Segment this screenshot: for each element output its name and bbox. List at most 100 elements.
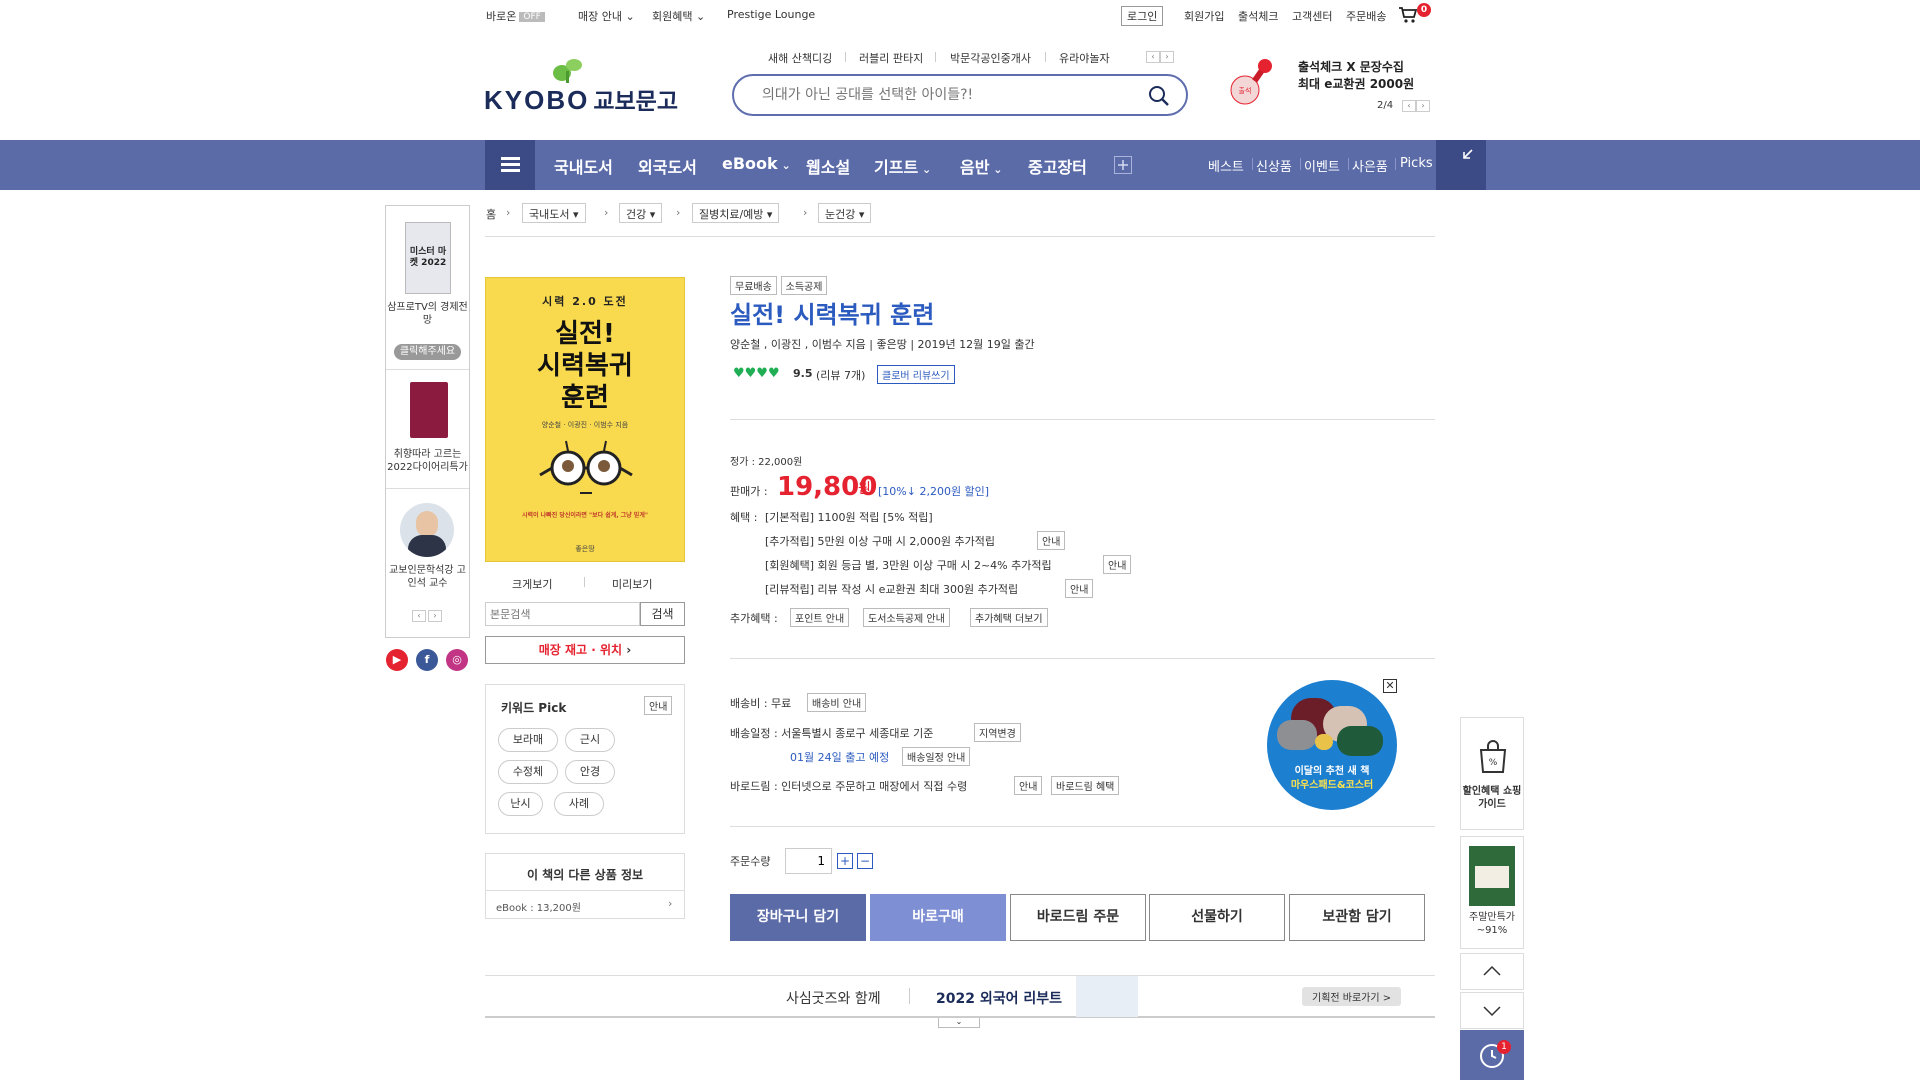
breadcrumb-home[interactable]: 홈 <box>486 206 496 222</box>
sidebar-next-button[interactable]: › <box>428 610 442 622</box>
click-here-button[interactable]: 클릭해주세요 <box>394 344 461 360</box>
search-icon[interactable] <box>1148 85 1170 107</box>
diary-image[interactable] <box>410 382 448 438</box>
breadcrumb-level1[interactable]: 국내도서 ▾ <box>522 203 586 223</box>
instagram-icon[interactable]: ◎ <box>446 649 468 671</box>
keyword-chip[interactable]: 안경 <box>565 760 615 784</box>
write-review-button[interactable]: 클로버 리뷰쓰기 <box>877 365 955 384</box>
scroll-down-button[interactable] <box>1460 992 1524 1029</box>
tax-deduction-info-button[interactable]: 도서소득공제 안내 <box>863 608 950 627</box>
store-stock-button[interactable]: 매장 재고 · 위치 › <box>485 636 685 664</box>
menu-icon[interactable] <box>485 140 535 190</box>
region-change-button[interactable]: 지역변경 <box>974 723 1021 742</box>
gift-button[interactable]: 선물하기 <box>1149 894 1285 941</box>
nav-collapse-icon[interactable] <box>1436 140 1486 190</box>
sidebar-prev-button[interactable]: ‹ <box>412 610 426 622</box>
keyword-chip[interactable]: 근시 <box>565 728 615 752</box>
nav-picks[interactable]: Picks <box>1400 156 1433 171</box>
lecturer-avatar[interactable] <box>400 503 454 557</box>
promo-banner[interactable]: 사심굿즈와 함께 2022 외국어 리부트 기획전 바로가기 > <box>485 975 1435 1018</box>
keyword-next-button[interactable]: › <box>1160 51 1174 63</box>
breadcrumb-level3[interactable]: 질병치료/예방 ▾ <box>692 203 780 223</box>
shopping-guide-widget[interactable]: % 할인혜택 쇼핑가이드 <box>1460 717 1524 830</box>
close-icon[interactable]: ✕ <box>1383 679 1397 693</box>
hot-keyword-3[interactable]: 박문각공인중개사 <box>950 50 1031 66</box>
monthly-book-ad[interactable]: 이달의 추천 새 책 마우스패드&코스터 <box>1267 680 1397 810</box>
nav-music[interactable]: 음반 ⌄ <box>960 154 1003 178</box>
plus-icon[interactable] <box>1114 156 1132 174</box>
barodrim-order-button[interactable]: 바로드림 주문 <box>1010 894 1146 941</box>
nav-best[interactable]: 베스트 <box>1208 156 1244 175</box>
chevron-down-icon[interactable]: ⌄ <box>938 1018 980 1028</box>
shipping-schedule-info-button[interactable]: 배송일정 안내 <box>902 747 971 766</box>
keyword-chip[interactable]: 사례 <box>554 792 604 816</box>
promo-next-button[interactable]: › <box>1416 100 1430 112</box>
store-info-menu[interactable]: 매장 안내 ⌄ <box>578 8 635 24</box>
more-benefits-button[interactable]: 추가혜택 더보기 <box>970 608 1048 627</box>
promo-prev-button[interactable]: ‹ <box>1402 100 1416 112</box>
recent-viewed-button[interactable]: 1 <box>1460 1030 1524 1080</box>
nav-ebook[interactable]: eBook ⌄ <box>722 154 791 173</box>
search-input[interactable] <box>762 85 1142 105</box>
nav-new[interactable]: 신상품 <box>1256 156 1292 175</box>
breadcrumb-level4[interactable]: 눈건강 ▾ <box>818 203 872 223</box>
facebook-icon[interactable]: f <box>416 649 438 671</box>
hot-keyword-4[interactable]: 유라야놀자 <box>1059 50 1110 66</box>
book-cover[interactable]: 시력 2.0 도전 실전! 시력복귀 훈련 양순철 · 이광진 · 이범수 지음… <box>485 277 685 562</box>
kyobo-logo[interactable]: KYOBO 교보문고 <box>484 82 678 116</box>
nav-freebie[interactable]: 사은품 <box>1352 156 1388 175</box>
sidebar-item3-label[interactable]: 교보인문학석강 고인석 교수 <box>386 564 469 590</box>
benefit-member-info-button[interactable]: 안내 <box>1103 555 1132 574</box>
buy-now-button[interactable]: 바로구매 <box>870 894 1006 941</box>
text-search-button[interactable]: 검색 <box>640 602 685 626</box>
preview-link[interactable]: 미리보기 <box>612 576 652 592</box>
sidebar-item1-label[interactable]: 삼프로TV의 경제전망 <box>386 301 469 327</box>
weekend-deal-widget[interactable]: 주말만특가 ~91% <box>1460 836 1524 949</box>
benefit-review-info-button[interactable]: 안내 <box>1065 579 1094 598</box>
enlarge-link[interactable]: 크게보기 <box>512 576 552 592</box>
nav-domestic-books[interactable]: 국내도서 <box>554 154 613 178</box>
hot-keyword-2[interactable]: 러블리 판타지 <box>859 50 923 66</box>
barodrim-info-button[interactable]: 안내 <box>1014 776 1043 795</box>
nav-gift[interactable]: 기프트 ⌄ <box>874 154 931 178</box>
promo-text[interactable]: 출석체크 X 문장수집 최대 e교환권 2000원 <box>1298 59 1414 93</box>
scroll-up-button[interactable] <box>1460 953 1524 990</box>
cart-icon[interactable] <box>1398 6 1418 24</box>
banner-button[interactable]: 기획전 바로가기 > <box>1302 987 1402 1006</box>
prestige-lounge-link[interactable]: Prestige Lounge <box>727 8 815 21</box>
review-count[interactable]: (리뷰 7개) <box>816 367 865 383</box>
ebook-price-link[interactable]: eBook : 13,200원 <box>496 899 581 914</box>
customer-center-link[interactable]: 고객센터 <box>1292 8 1332 24</box>
keyword-chip[interactable]: 난시 <box>498 792 543 816</box>
breadcrumb-level2[interactable]: 건강 ▾ <box>619 203 663 223</box>
sidebar-item2-label[interactable]: 취향따라 고르는 2022다이어리특가 <box>386 448 469 474</box>
join-link[interactable]: 회원가입 <box>1184 8 1224 24</box>
search-bar[interactable] <box>732 74 1188 116</box>
login-button[interactable]: 로그인 <box>1121 6 1164 26</box>
nav-event[interactable]: 이벤트 <box>1304 156 1340 175</box>
wishlist-button[interactable]: 보관함 담기 <box>1289 894 1425 941</box>
nav-webnovel[interactable]: 웹소설 <box>806 154 850 178</box>
order-delivery-link[interactable]: 주문배송 <box>1346 8 1386 24</box>
keyword-prev-button[interactable]: ‹ <box>1146 51 1160 63</box>
quantity-plus-button[interactable]: + <box>837 853 853 869</box>
member-benefit-menu[interactable]: 회원혜택 ⌄ <box>652 8 705 24</box>
mister-market-cover[interactable]: 미스터 마켓 2022 <box>405 222 451 294</box>
keyword-chip[interactable]: 수정체 <box>498 760 558 784</box>
keyword-chip[interactable]: 보라매 <box>498 728 558 752</box>
attendance-link[interactable]: 출석체크 <box>1238 8 1278 24</box>
barodrim-toggle[interactable]: 바로온 OFF <box>486 8 545 24</box>
hot-keyword-1[interactable]: 새해 산책디깅 <box>768 50 832 66</box>
text-search-input[interactable] <box>485 602 640 626</box>
add-to-cart-button[interactable]: 장바구니 담기 <box>730 894 866 941</box>
keyword-pick-info-button[interactable]: 안내 <box>644 696 673 715</box>
quantity-minus-button[interactable]: − <box>857 853 873 869</box>
barodrim-benefit-button[interactable]: 바로드림 혜택 <box>1051 776 1120 795</box>
point-info-button[interactable]: 포인트 안내 <box>790 608 850 627</box>
nav-used-market[interactable]: 중고장터 <box>1028 154 1087 178</box>
shipping-fee-info-button[interactable]: 배송비 안내 <box>807 693 867 712</box>
youtube-icon[interactable]: ▶ <box>386 649 408 671</box>
nav-foreign-books[interactable]: 외국도서 <box>638 154 697 178</box>
quantity-input[interactable] <box>785 848 832 874</box>
benefit-extra-info-button[interactable]: 안내 <box>1037 531 1066 550</box>
